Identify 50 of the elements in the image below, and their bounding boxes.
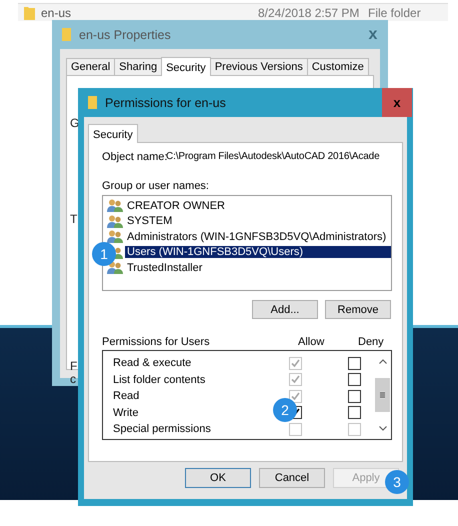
remove-button[interactable]: Remove	[325, 300, 391, 319]
permission-name: Write	[113, 406, 138, 419]
deny-checkbox[interactable]	[348, 390, 361, 403]
deny-header: Deny	[358, 336, 384, 348]
users-icon	[107, 214, 123, 228]
window-title: en-us Properties	[79, 28, 172, 42]
allow-header: Allow	[298, 336, 326, 348]
add-button[interactable]: Add...	[252, 300, 318, 319]
dialog-button[interactable]: Cancel	[259, 468, 325, 488]
folder-icon	[62, 28, 71, 41]
tab[interactable]: General	[66, 58, 116, 75]
file-name: en-us	[41, 6, 72, 20]
group-label: Group or user names:	[102, 180, 210, 192]
object-name-label: Object name:	[102, 151, 166, 165]
users-icon	[107, 199, 123, 212]
label: F	[70, 359, 78, 373]
user-item[interactable]: Administrators (WIN-1GNFSB3D5VQ\Administrators)	[125, 230, 388, 243]
users-icon	[107, 230, 123, 244]
tab[interactable]: Sharing	[114, 58, 162, 75]
tab[interactable]: Customize	[306, 58, 369, 75]
deny-checkbox[interactable]	[348, 406, 361, 420]
user-item[interactable]: Users (WIN-1GNFSB3D5VQ\Users)	[125, 246, 391, 258]
permission-name: Read	[113, 390, 140, 402]
permission-name: Read & execute	[113, 357, 192, 370]
scroll-up-icon[interactable]	[378, 359, 386, 364]
user-item[interactable]: CREATOR OWNER	[125, 200, 227, 212]
file-row[interactable]: en-us 8/24/2018 2:57 PM File folder	[18, 3, 448, 21]
folder-icon	[24, 6, 35, 20]
close-button[interactable]: x	[382, 88, 412, 117]
folder-icon	[88, 96, 97, 109]
user-item[interactable]: SYSTEM	[125, 215, 174, 228]
scroll-down-icon[interactable]	[378, 426, 386, 431]
file-date: 8/24/2018 2:57 PM	[258, 6, 360, 20]
label: T	[70, 212, 78, 226]
tab[interactable]: Security	[161, 57, 211, 76]
tab[interactable]: Security	[88, 124, 138, 143]
users-icon	[107, 261, 123, 274]
permissions-label: Permissions for Users	[102, 336, 211, 348]
file-type: File folder	[368, 6, 421, 20]
deny-checkbox[interactable]	[348, 373, 361, 386]
object-name-value: C:\Program Files\Autodesk\AutoCAD 2016\Acade	[166, 151, 380, 164]
window-title: Permissions for en-us	[105, 96, 227, 110]
tab[interactable]: Previous Versions	[210, 58, 308, 75]
deny-checkbox[interactable]	[348, 356, 361, 370]
scroll-thumb[interactable]	[375, 378, 390, 412]
permission-name: Special permissions	[113, 423, 211, 436]
label: c	[70, 372, 76, 386]
permission-name: List folder contents	[113, 374, 206, 386]
user-item[interactable]: TrustedInstaller	[125, 262, 204, 274]
dialog-button[interactable]: OK	[185, 468, 251, 488]
